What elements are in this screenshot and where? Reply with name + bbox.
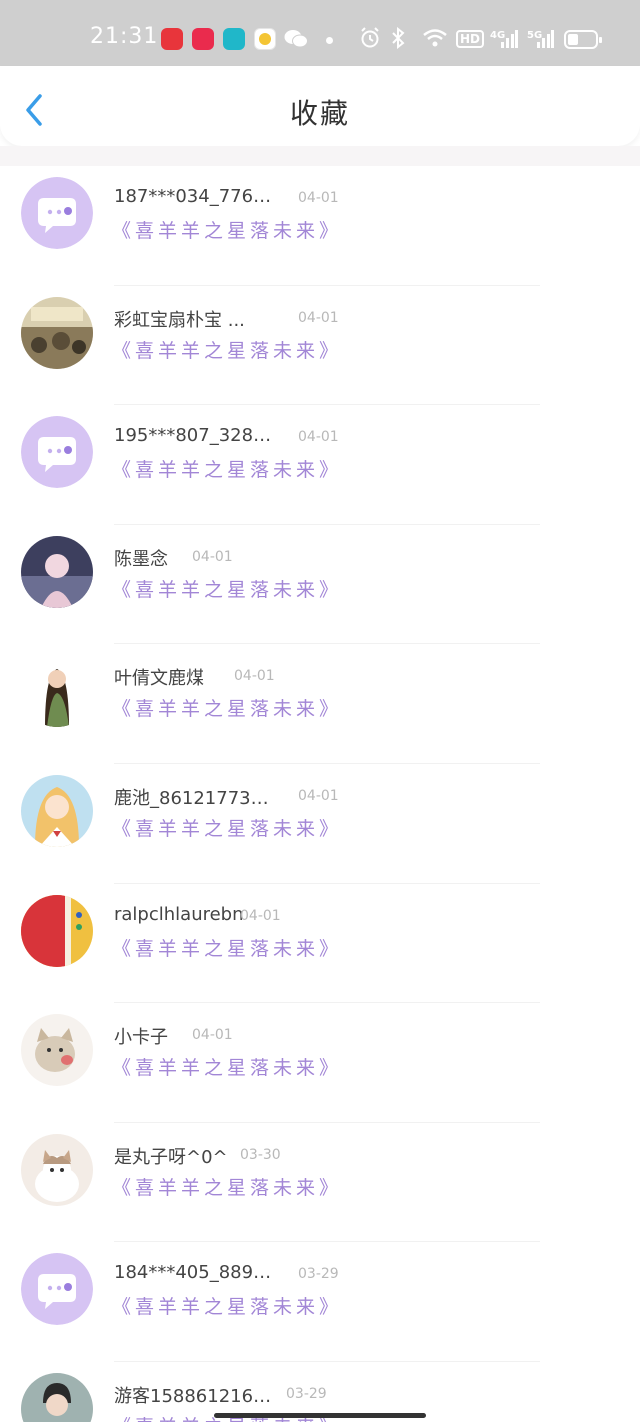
wifi-icon — [423, 29, 447, 47]
list-item[interactable]: 鹿池_8612177367 ... 04-01 《喜羊羊之星落未来》 — [0, 764, 640, 884]
default-avatar-icon[interactable] — [21, 1253, 93, 1326]
song-title[interactable]: 《喜羊羊之星落未来》 — [112, 694, 342, 721]
default-avatar-icon[interactable] — [21, 416, 93, 489]
user-name: ralpclhlaurebn — [114, 903, 244, 925]
song-title[interactable]: 《喜羊羊之星落未来》 — [112, 814, 342, 841]
song-title[interactable]: 《喜羊羊之星落未来》 — [112, 1173, 342, 1200]
photo-avatar[interactable] — [21, 1014, 93, 1087]
song-title[interactable]: 《喜羊羊之星落未来》 — [112, 1053, 342, 1080]
app-icon-4 — [254, 28, 276, 50]
wechat-icon — [284, 30, 308, 48]
song-title[interactable]: 《喜羊羊之星落未来》 — [112, 216, 342, 243]
default-avatar-icon[interactable] — [21, 177, 93, 249]
date-label: 04-01 — [240, 907, 281, 924]
user-name: 叶倩文鹿煤 — [114, 668, 204, 690]
user-name: 是丸子呀^0^ — [114, 1146, 228, 1168]
date-label: 04-01 — [298, 309, 339, 326]
list-item[interactable]: 195***807_328800 ... 04-01 《喜羊羊之星落未来》 — [0, 405, 640, 525]
song-title[interactable]: 《喜羊羊之星落未来》 — [112, 455, 342, 482]
page-title: 收藏 — [289, 97, 350, 130]
list-item[interactable]: ralpclhlaurebn 04-01 《喜羊羊之星落未来》 — [0, 884, 640, 1004]
user-name: 184***405_889154 ... — [114, 1262, 280, 1284]
song-title[interactable]: 《喜羊羊之星落未来》 — [112, 1292, 342, 1319]
date-label: 04-01 — [234, 668, 275, 685]
date-label: 03-29 — [286, 1385, 327, 1402]
list-item[interactable]: 陈墨念 04-01 《喜羊羊之星落未来》 — [0, 525, 640, 645]
battery-icon — [564, 30, 602, 49]
home-indicator[interactable] — [214, 1413, 426, 1418]
date-label: 04-01 — [192, 548, 233, 565]
date-label: 04-01 — [298, 787, 339, 804]
date-label: 04-01 — [298, 429, 339, 446]
app-icon-3 — [223, 28, 245, 50]
list-item[interactable]: 187***034_776503 ... 04-01 《喜羊羊之星落未来》 — [0, 166, 640, 286]
signal-icon-2 — [537, 30, 554, 48]
photo-avatar[interactable] — [21, 655, 93, 728]
list-item[interactable]: 小卡子 04-01 《喜羊羊之星落未来》 — [0, 1003, 640, 1123]
date-label: 03-29 — [298, 1266, 339, 1283]
user-name: 陈墨念 — [114, 548, 168, 570]
user-name: 游客1588612169046 — [114, 1385, 280, 1407]
date-label: 04-01 — [192, 1027, 233, 1044]
user-name: 小卡子 — [114, 1027, 168, 1049]
photo-avatar[interactable] — [21, 894, 93, 967]
list-item[interactable]: 彩虹宝扇朴宝 ... 04-01 《喜羊羊之星落未来》 — [0, 286, 640, 406]
date-label: 04-01 — [298, 190, 339, 206]
date-label: 03-30 — [240, 1146, 281, 1163]
header-separator — [0, 146, 640, 166]
status-bar: 21:31 HD 4G 5G — [0, 0, 640, 66]
song-title[interactable]: 《喜羊羊之星落未来》 — [112, 575, 342, 602]
song-title[interactable]: 《喜羊羊之星落未来》 — [112, 336, 342, 363]
app-icon-2 — [192, 28, 214, 50]
signal-icon — [501, 30, 518, 48]
alarm-icon — [361, 27, 379, 48]
top-nav-bar: 收藏 — [0, 66, 640, 146]
bluetooth-icon — [392, 27, 405, 49]
favorites-list[interactable]: 187***034_776503 ... 04-01 《喜羊羊之星落未来》 彩虹… — [0, 166, 640, 1422]
list-item[interactable]: 184***405_889154 ... 03-29 《喜羊羊之星落未来》 — [0, 1242, 640, 1362]
list-item[interactable]: 叶倩文鹿煤 04-01 《喜羊羊之星落未来》 — [0, 644, 640, 764]
user-name: 彩虹宝扇朴宝 ... — [114, 309, 245, 331]
notification-dot-icon — [326, 37, 333, 44]
song-title[interactable]: 《喜羊羊之星落未来》 — [112, 934, 342, 961]
list-item[interactable]: 是丸子呀^0^ 03-30 《喜羊羊之星落未来》 — [0, 1123, 640, 1243]
photo-avatar[interactable] — [21, 1372, 93, 1422]
photo-avatar[interactable] — [21, 535, 93, 608]
user-name: 鹿池_8612177367 ... — [114, 787, 280, 809]
user-name: 187***034_776503 ... — [114, 186, 280, 207]
user-name: 195***807_328800 ... — [114, 425, 280, 447]
status-time: 21:31 — [90, 24, 159, 49]
app-icon-1 — [161, 28, 183, 50]
photo-avatar[interactable] — [21, 774, 93, 847]
photo-avatar[interactable] — [21, 1133, 93, 1206]
photo-avatar[interactable] — [21, 296, 93, 369]
hd-badge: HD — [456, 30, 485, 48]
